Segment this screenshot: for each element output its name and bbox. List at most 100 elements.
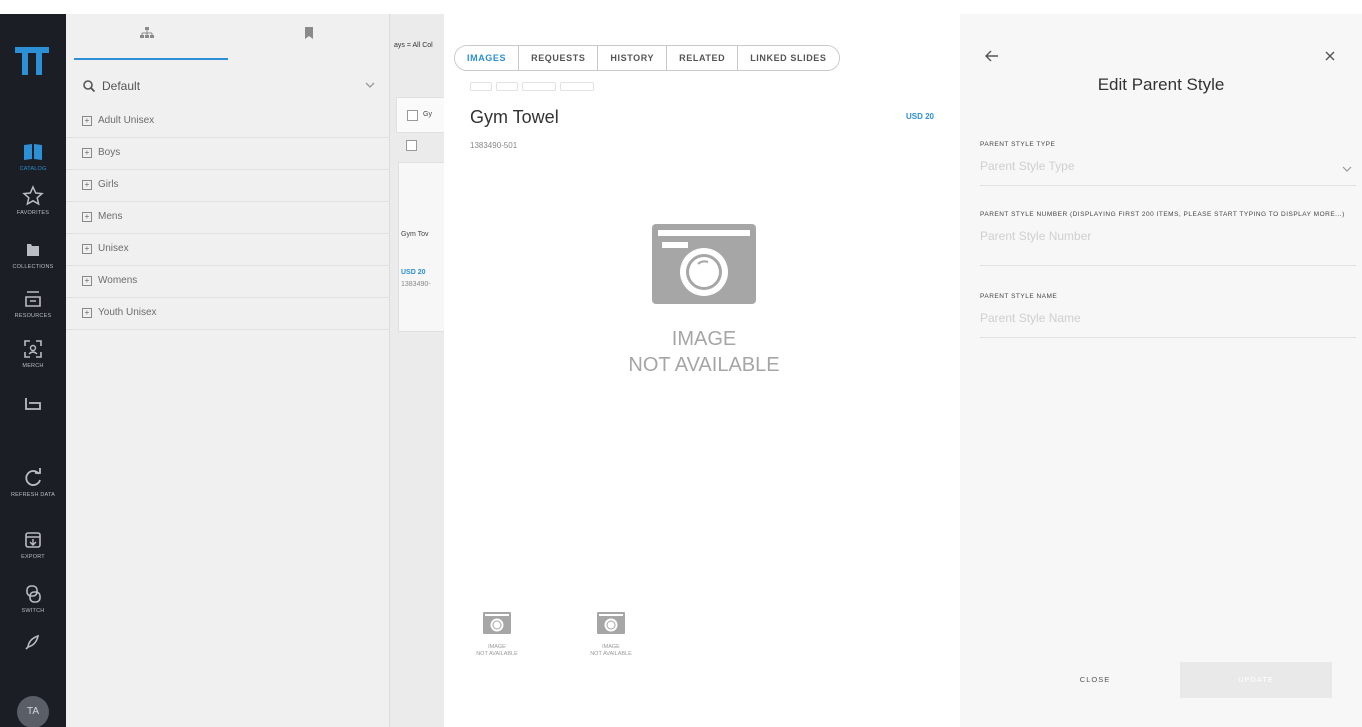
card-price: USD 20 [401,269,426,276]
parent-style-type-select[interactable]: PARENT STYLE TYPE Parent Style Type [980,140,1356,186]
thumbnail-text: IMAGE [602,644,620,650]
thumbnail-text: NOT AVAILABLE [476,651,518,657]
expand-icon[interactable]: + [82,148,92,158]
thumbnail[interactable]: IMAGE NOT AVAILABLE [566,610,656,658]
basket-icon [25,398,41,410]
tree-item[interactable]: + Boys [66,138,390,170]
results-header-label: Gy [423,111,432,118]
tree-item-label: Womens [98,275,138,286]
nav-label: RESOURCES [14,313,52,319]
nav-label: FAVORITES [16,210,50,216]
nav-item-switch[interactable]: SWITCH [0,582,66,632]
tree-item[interactable]: + Adult Unisex [66,106,390,138]
placeholder-text: NOT AVAILABLE [628,354,780,376]
bookmark-icon [305,27,313,39]
tab-images[interactable]: IMAGES [455,46,520,70]
app-root: CATALOG FAVORITES COLLECTIONS RESOURCES [0,0,1362,727]
field-placeholder: Parent Style Type [980,159,1075,173]
star-icon [22,185,44,206]
tab-linked-slides[interactable]: LINKED SLIDES [738,46,839,70]
panel-title: Edit Parent Style [1097,75,1225,94]
tab-hierarchy[interactable] [66,14,228,62]
size-chip[interactable] [522,82,556,91]
tree-item[interactable]: + Youth Unisex [66,298,390,330]
field-underline [980,265,1356,266]
back-arrow-icon[interactable] [984,48,1000,64]
card-sku: 1383490- [401,281,431,288]
nav-item-favorites[interactable]: FAVORITES [0,184,66,234]
field-underline [980,337,1356,338]
tab-bookmarks[interactable] [228,14,390,62]
nav-item-export[interactable]: EXPORT [0,528,66,578]
tray-icon [25,291,41,307]
tree-item-label: Unisex [98,243,129,254]
card-checkbox[interactable] [406,140,417,151]
image-size-chips [470,82,594,91]
field-label: PARENT STYLE NUMBER (DISPLAYING FIRST 20… [980,211,1345,218]
brand-logo-icon [15,47,49,75]
tree-item-label: Girls [98,179,119,190]
user-avatar[interactable]: TA [17,696,49,727]
expand-icon[interactable]: + [82,116,92,126]
nav-rail: CATALOG FAVORITES COLLECTIONS RESOURCES [0,14,66,727]
close-button[interactable]: CLOSE [1045,662,1145,698]
nav-item-refresh-data[interactable]: REFRESH DATA [0,466,66,516]
tree-item[interactable]: + Girls [66,170,390,202]
tree-item[interactable]: + Unisex [66,234,390,266]
expand-icon[interactable]: + [82,180,92,190]
expand-icon[interactable]: + [82,244,92,254]
tab-related[interactable]: RELATED [667,46,739,70]
tab-requests[interactable]: REQUESTS [519,46,599,70]
field-label: PARENT STYLE NAME [980,293,1058,300]
rocket-icon [25,634,40,650]
nav-label: COLLECTIONS [12,264,54,270]
nav-item-resources[interactable]: RESOURCES [0,287,66,337]
switch-icon [26,585,41,603]
product-detail-panel: IMAGES REQUESTS HISTORY RELATED LINKED S… [444,14,960,727]
scan-icon [24,340,42,358]
book-icon [24,144,42,160]
nav-item-merch[interactable]: MERCH [0,337,66,387]
tree-search[interactable]: Default [82,76,382,98]
tree-item[interactable]: + Mens [66,202,390,234]
select-all-checkbox[interactable] [407,110,418,121]
camera-icon [652,224,756,304]
size-chip[interactable] [496,82,518,91]
close-icon[interactable] [1324,50,1336,62]
nav-item-collections[interactable]: COLLECTIONS [0,238,66,288]
thumbnail-text: IMAGE [488,644,506,650]
tree-item[interactable]: + Womens [66,266,390,298]
parent-style-name-field[interactable]: PARENT STYLE NAME Parent Style Name [980,292,1356,338]
nav-label: MERCH [22,363,44,369]
expand-icon[interactable]: + [82,308,92,318]
update-button[interactable]: UPDATE [1180,662,1332,698]
nav-item-rocket[interactable] [0,630,66,680]
placeholder-text: IMAGE [671,328,737,350]
folder-icon [27,244,39,256]
detail-tabs: IMAGES REQUESTS HISTORY RELATED LINKED S… [454,45,840,71]
field-placeholder: Parent Style Name [980,311,1081,325]
thumbnail[interactable]: IMAGE NOT AVAILABLE [452,610,542,658]
camera-icon [483,612,511,634]
tree-item-label: Mens [98,211,123,222]
tab-history[interactable]: HISTORY [598,46,668,70]
field-placeholder: Parent Style Number [980,229,1092,243]
field-label: PARENT STYLE TYPE [980,141,1056,148]
results-column: ays = All Col Gy Gym Tov USD 20 1383490- [390,14,458,727]
expand-icon[interactable]: + [82,212,92,222]
tree-item-label: Youth Unisex [98,307,157,318]
size-chip[interactable] [470,82,492,91]
chevron-down-icon [1342,166,1352,172]
product-sku: 1383490-501 [470,141,518,150]
tree-item-label: Boys [98,147,121,158]
nav-item-catalog[interactable]: CATALOG [0,140,66,190]
filter-breadcrumb: ays = All Col [394,42,433,49]
size-chip[interactable] [560,82,594,91]
expand-icon[interactable]: + [82,276,92,286]
camera-icon [597,612,625,634]
export-icon [25,532,41,548]
nav-item-basket[interactable] [0,392,66,442]
search-icon [83,80,96,93]
field-underline [980,185,1356,186]
parent-style-number-field[interactable]: PARENT STYLE NUMBER (DISPLAYING FIRST 20… [980,210,1356,266]
